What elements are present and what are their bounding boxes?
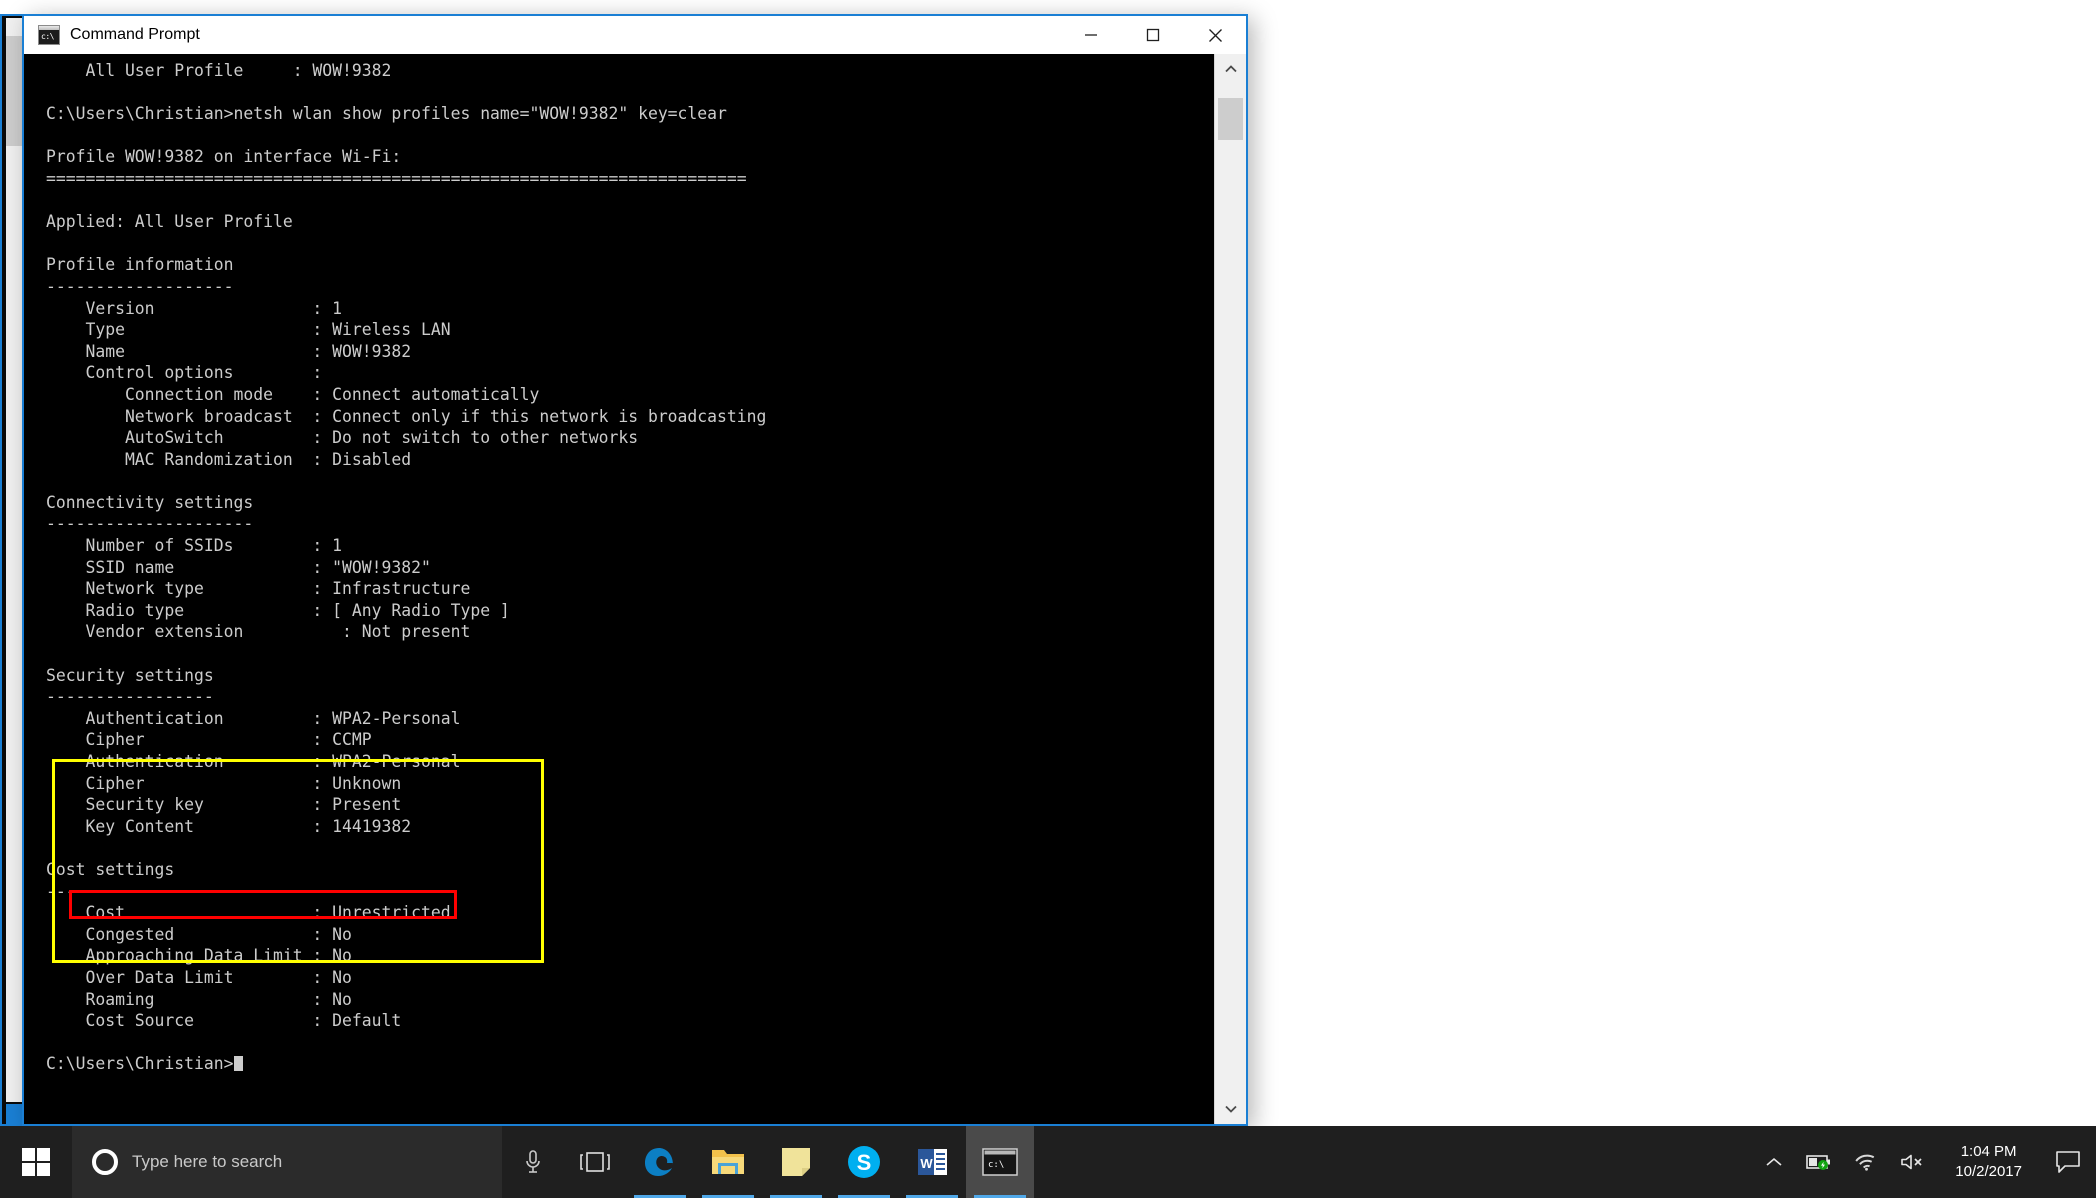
scrollbar-thumb[interactable] bbox=[1218, 98, 1243, 140]
windows-logo-icon bbox=[22, 1148, 50, 1176]
command-prompt-icon: c:\ bbox=[38, 25, 60, 45]
terminal-text: All User Profile : WOW!9382 C:\Users\Chr… bbox=[46, 61, 767, 1031]
clock-date: 10/2/2017 bbox=[1955, 1163, 2022, 1180]
search-box[interactable]: Type here to search bbox=[72, 1126, 502, 1198]
taskbar-app-microsoft-edge[interactable] bbox=[626, 1126, 694, 1198]
microphone-icon[interactable] bbox=[502, 1126, 564, 1198]
maximize-button[interactable] bbox=[1122, 16, 1184, 54]
terminal-prompt: C:\Users\Christian> bbox=[46, 1054, 234, 1074]
scroll-down-button[interactable] bbox=[1215, 1094, 1246, 1124]
search-input[interactable]: Type here to search bbox=[132, 1152, 282, 1172]
wifi-icon[interactable] bbox=[1843, 1126, 1889, 1198]
desktop-screen: c:\ Command Prompt All User Profile : WO… bbox=[0, 0, 2096, 1198]
svg-text:S: S bbox=[857, 1150, 872, 1175]
svg-text:c:\: c:\ bbox=[988, 1160, 1004, 1170]
minimize-button[interactable] bbox=[1060, 16, 1122, 54]
taskbar-app-command-prompt[interactable]: c:\ bbox=[966, 1126, 1034, 1198]
window-title: Command Prompt bbox=[70, 26, 200, 43]
terminal-cursor bbox=[233, 1056, 243, 1072]
scroll-up-button[interactable] bbox=[1215, 54, 1246, 84]
battery-charging-icon[interactable] bbox=[1795, 1126, 1843, 1198]
terminal-prompt-line: C:\Users\Christian> bbox=[24, 1053, 1214, 1075]
taskbar-app-microsoft-word[interactable]: W bbox=[898, 1126, 966, 1198]
start-button[interactable] bbox=[0, 1126, 72, 1198]
taskbar-app-sticky-notes[interactable] bbox=[762, 1126, 830, 1198]
command-prompt-window[interactable]: c:\ Command Prompt All User Profile : WO… bbox=[22, 14, 1248, 1126]
action-center-icon[interactable] bbox=[2040, 1126, 2096, 1198]
system-tray: 1:04 PM 10/2/2017 bbox=[1753, 1126, 2096, 1198]
close-button[interactable] bbox=[1184, 16, 1246, 54]
clock-time: 1:04 PM bbox=[1960, 1143, 2017, 1160]
chevron-up-icon[interactable] bbox=[1753, 1126, 1795, 1198]
cortana-icon[interactable] bbox=[92, 1149, 118, 1175]
terminal-output[interactable]: All User Profile : WOW!9382 C:\Users\Chr… bbox=[24, 54, 1214, 1124]
taskbar[interactable]: Type here to search S W c:\ 1:04 PM 10/2… bbox=[0, 1126, 2096, 1198]
svg-text:W: W bbox=[920, 1156, 933, 1171]
speaker-muted-icon[interactable] bbox=[1889, 1126, 1937, 1198]
clock[interactable]: 1:04 PM 10/2/2017 bbox=[1937, 1126, 2040, 1198]
taskbar-app-skype[interactable]: S bbox=[830, 1126, 898, 1198]
window-titlebar[interactable]: c:\ Command Prompt bbox=[24, 16, 1246, 54]
task-view-icon[interactable] bbox=[564, 1126, 626, 1198]
taskbar-app-file-explorer[interactable] bbox=[694, 1126, 762, 1198]
window-controls bbox=[1060, 16, 1246, 54]
terminal-scrollbar[interactable] bbox=[1214, 54, 1246, 1124]
terminal-body[interactable]: All User Profile : WOW!9382 C:\Users\Chr… bbox=[24, 54, 1246, 1124]
